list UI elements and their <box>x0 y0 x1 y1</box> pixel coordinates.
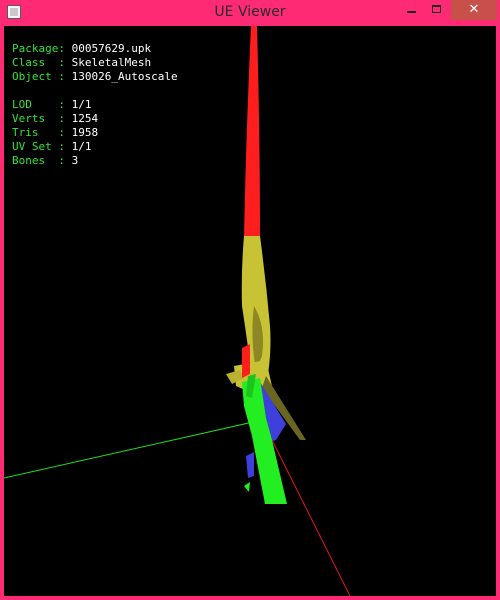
info-value-verts: 1254 <box>71 112 99 125</box>
title-bar[interactable]: UE Viewer ✕ <box>0 0 500 26</box>
info-label-object: Object <box>12 70 59 83</box>
mesh-green-fleck <box>244 482 250 492</box>
close-icon: ✕ <box>468 2 480 17</box>
info-value-class: SkeletalMesh <box>71 56 152 69</box>
info-value-object: 130026_Autoscale <box>71 70 178 83</box>
axis-y-line <box>4 419 263 479</box>
mesh-info-panel: Package: 00057629.upk Class : SkeletalMe… <box>12 42 178 168</box>
info-value-bones: 3 <box>71 154 79 167</box>
info-label-package: Package <box>12 42 59 55</box>
info-row-class: Class : SkeletalMesh <box>12 56 152 69</box>
info-row-lod: LOD : 1/1 <box>12 98 92 111</box>
info-row-bones: Bones : 3 <box>12 154 79 167</box>
maximize-icon <box>432 5 441 13</box>
info-value-package: 00057629.upk <box>71 42 152 55</box>
info-label-bones: Bones <box>12 154 59 167</box>
mesh-red-chip <box>242 344 250 378</box>
app-window: UE Viewer ✕ Package: 00057629.upk Class … <box>0 0 500 600</box>
info-value-tris: 1958 <box>71 126 99 139</box>
info-row-uvset: UV Set : 1/1 <box>12 140 92 153</box>
info-label-lod: LOD <box>12 98 59 111</box>
mesh-viewport[interactable]: Package: 00057629.upk Class : SkeletalMe… <box>4 26 496 596</box>
mesh-red-blade <box>244 26 260 238</box>
mesh-blue-plate-small <box>246 452 254 478</box>
info-label-tris: Tris <box>12 126 59 139</box>
info-row-object: Object : 130026_Autoscale <box>12 70 178 83</box>
maximize-button[interactable] <box>424 0 450 20</box>
info-value-lod: 1/1 <box>71 98 92 111</box>
info-row-verts: Verts : 1254 <box>12 112 99 125</box>
info-value-uvset: 1/1 <box>71 140 92 153</box>
axis-x-line <box>261 419 351 596</box>
minimize-icon <box>407 11 416 13</box>
close-button[interactable]: ✕ <box>451 0 497 20</box>
info-row-package: Package: 00057629.upk <box>12 42 152 55</box>
info-row-tris: Tris : 1958 <box>12 126 99 139</box>
minimize-button[interactable] <box>398 0 424 20</box>
info-label-verts: Verts <box>12 112 59 125</box>
info-label-class: Class <box>12 56 59 69</box>
info-label-uvset: UV Set <box>12 140 59 153</box>
